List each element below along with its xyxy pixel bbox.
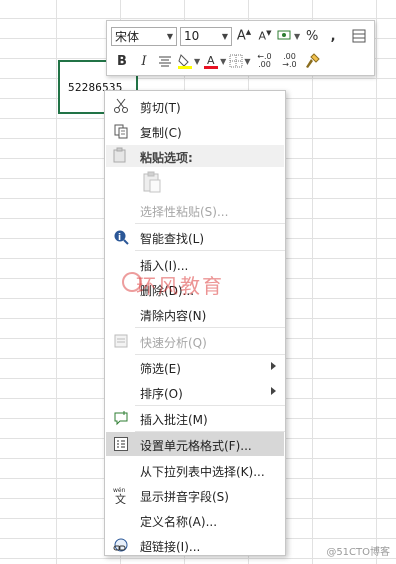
decrease-decimal-button[interactable]: .00 →.0: [278, 51, 300, 71]
font-color-button[interactable]: A ▼: [203, 51, 226, 71]
menu-item-label: 清除内容(N): [140, 309, 207, 323]
menu-item-cut[interactable]: 剪切(T): [106, 94, 284, 118]
italic-label: I: [141, 53, 147, 69]
menu-separator: [135, 223, 285, 224]
menu-separator: [135, 250, 285, 251]
increase-font-icon: A▲: [236, 28, 252, 44]
paste-icon: [143, 171, 161, 193]
menu-item-show-phonetic[interactable]: wén 文 显示拼音字段(S): [106, 483, 284, 507]
menu-item-label: 从下拉列表中选择(K)...: [140, 465, 265, 479]
copy-icon: [112, 122, 130, 140]
font-size-value: 10: [184, 29, 200, 43]
borders-button[interactable]: ▼: [229, 51, 250, 71]
menu-item-format-cells[interactable]: 设置单元格格式(F)...: [106, 432, 284, 456]
scissors-icon: [112, 97, 130, 115]
menu-item-insert-comment[interactable]: 插入批注(M): [106, 406, 284, 430]
menu-item-label: 显示拼音字段(S): [140, 490, 229, 504]
percent-style-button[interactable]: %: [303, 26, 321, 46]
format-cells-icon: [112, 435, 130, 453]
menu-item-smart-lookup[interactable]: i 智能查找(L): [106, 225, 284, 249]
menu-item-filter[interactable]: 筛选(E): [106, 355, 284, 379]
menu-item-sort[interactable]: 排序(O): [106, 380, 284, 404]
chevron-down-icon: ▼: [194, 56, 201, 66]
menu-item-clear-contents[interactable]: 清除内容(N): [106, 302, 284, 326]
menu-item-label: 快速分析(Q): [140, 336, 207, 350]
smart-lookup-icon: i: [112, 228, 130, 246]
comma-label: ,: [330, 28, 336, 44]
mini-toolbar: 宋体 ▼ 10 ▼ A▲ A▼ ▼ % , B I ▼ A ▼ ▼ ←.0 .0…: [106, 20, 375, 76]
menu-item-quick-analysis[interactable]: 快速分析(Q): [106, 329, 284, 353]
context-menu: 剪切(T) 复制(C) 粘贴选项: 选择性粘贴(S)... i 智能查找(L) …: [104, 90, 286, 556]
clipboard-icon: [112, 147, 128, 166]
align-center-button[interactable]: [156, 51, 174, 71]
decrease-font-icon: A▼: [258, 29, 272, 43]
menu-item-paste-special[interactable]: 选择性粘贴(S)...: [106, 198, 284, 222]
menu-item-label: 智能查找(L): [140, 232, 205, 246]
menu-item-label: 排序(O): [140, 387, 183, 401]
menu-item-label: 插入批注(M): [140, 413, 208, 427]
decrease-decimal-icon: .00 →.0: [282, 52, 297, 69]
submenu-arrow-icon: [271, 387, 276, 395]
accounting-format-button[interactable]: ▼: [277, 26, 300, 46]
menu-item-label: 选择性粘贴(S)...: [140, 205, 229, 219]
increase-decimal-icon: ←.0 .00: [257, 52, 272, 69]
menu-separator: [135, 327, 285, 328]
menu-item-hyperlink[interactable]: 超链接(I)...: [106, 533, 284, 557]
paste-options-header: 粘贴选项:: [106, 145, 284, 167]
accounting-format-icon: [277, 30, 291, 40]
format-painter-grid-button[interactable]: [350, 26, 368, 46]
toolbar-row-1: 宋体 ▼ 10 ▼ A▲ A▼ ▼ % ,: [111, 25, 368, 47]
increase-font-size-button[interactable]: A▲: [235, 26, 253, 46]
chevron-down-icon: ▼: [244, 56, 251, 66]
borders-icon: [229, 54, 243, 68]
table-format-icon: [352, 29, 366, 43]
menu-item-label: 复制(C): [140, 126, 182, 140]
menu-item-copy[interactable]: 复制(C): [106, 119, 284, 143]
svg-text:i: i: [118, 233, 121, 243]
credit-text: @51CTO博客: [326, 547, 390, 558]
bold-label: B: [117, 53, 127, 69]
svg-text:文: 文: [115, 492, 126, 504]
watermark-text: 环风教育: [136, 274, 224, 298]
submenu-arrow-icon: [271, 362, 276, 370]
chevron-down-icon: ▼: [294, 31, 301, 41]
toolbar-row-2: B I ▼ A ▼ ▼ ←.0 .00 .00 →.0: [111, 50, 321, 72]
menu-item-label: 筛选(E): [140, 362, 181, 376]
decrease-font-size-button[interactable]: A▼: [256, 26, 274, 46]
align-center-icon: [159, 56, 171, 67]
fill-color-button[interactable]: ▼: [177, 51, 200, 71]
menu-item-label: 超链接(I)...: [140, 540, 201, 554]
italic-button[interactable]: I: [135, 51, 153, 71]
increase-decimal-button[interactable]: ←.0 .00: [253, 51, 275, 71]
hyperlink-icon: [112, 536, 130, 554]
font-size-dropdown[interactable]: 10 ▼: [180, 26, 232, 46]
menu-item-label: 剪切(T): [140, 101, 181, 115]
menu-item-define-name[interactable]: 定义名称(A)...: [106, 508, 284, 532]
bold-button[interactable]: B: [113, 51, 131, 71]
menu-item-pick-from-list[interactable]: 从下拉列表中选择(K)...: [106, 458, 284, 482]
format-painter-icon: [306, 53, 321, 68]
chevron-down-icon: ▼: [220, 56, 227, 66]
menu-item-label: 设置单元格格式(F)...: [140, 439, 252, 453]
svg-text:A: A: [207, 54, 215, 67]
paste-options-label: 粘贴选项:: [140, 151, 193, 165]
format-painter-button[interactable]: [303, 51, 321, 71]
comment-icon: [112, 409, 130, 427]
fill-color-icon: [178, 54, 192, 69]
phonetic-icon: wén 文: [112, 486, 130, 504]
quick-analysis-icon: [112, 332, 130, 350]
percent-label: %: [305, 28, 319, 44]
font-name-value: 宋体: [115, 29, 140, 44]
chevron-down-icon: ▼: [221, 31, 228, 41]
chevron-down-icon: ▼: [166, 31, 173, 41]
font-name-dropdown[interactable]: 宋体 ▼: [111, 26, 177, 46]
font-color-icon: A: [204, 54, 219, 69]
comma-style-button[interactable]: ,: [324, 26, 342, 46]
paste-option-button[interactable]: [141, 171, 163, 193]
menu-item-label: 定义名称(A)...: [140, 515, 218, 529]
